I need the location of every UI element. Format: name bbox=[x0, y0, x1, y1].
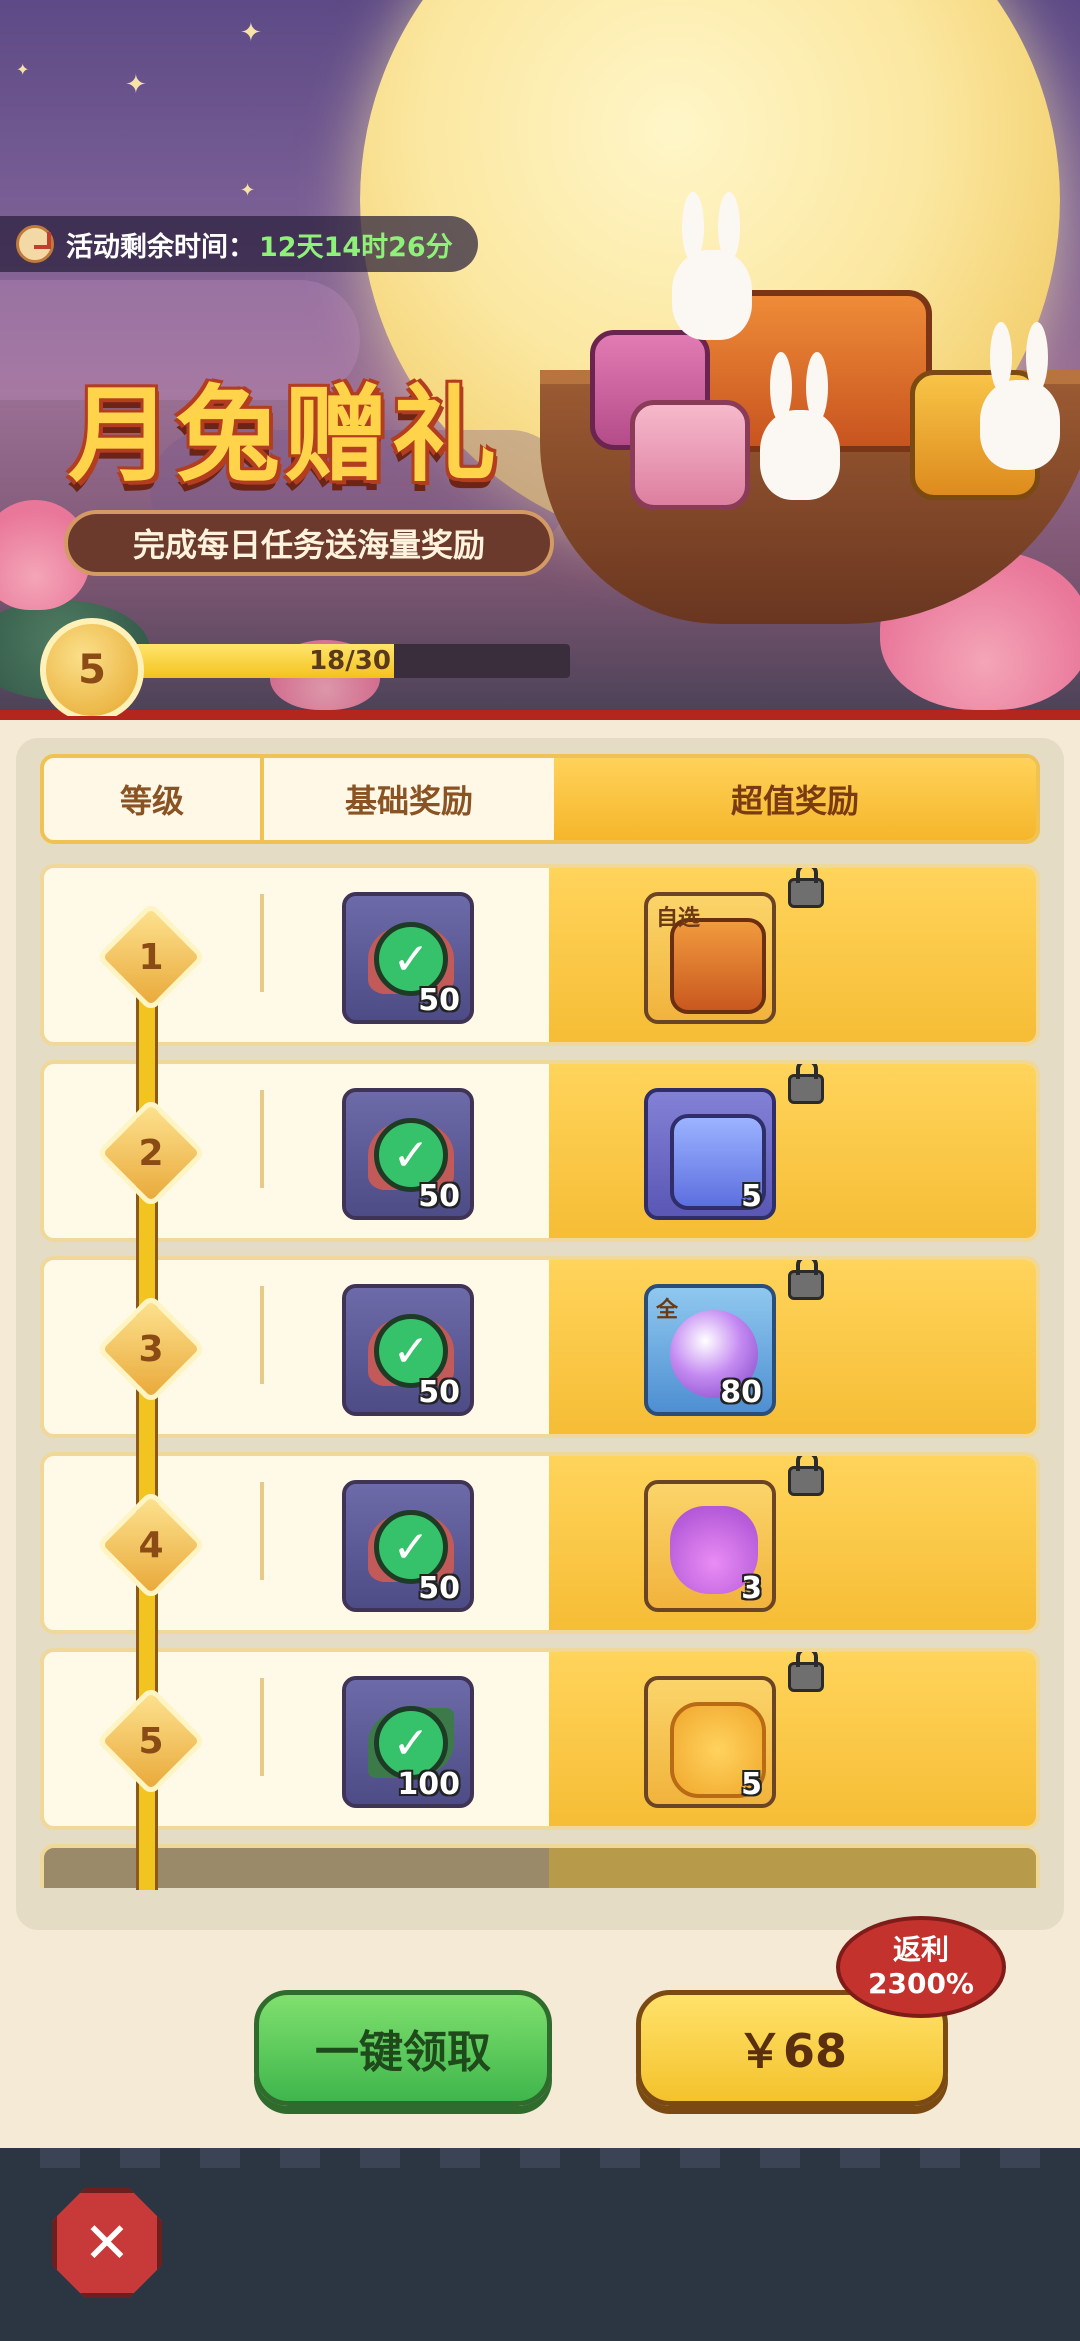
lock-icon bbox=[788, 868, 824, 908]
header-basic-reward: 基础奖励 bbox=[344, 782, 473, 820]
column-separator bbox=[260, 1482, 264, 1580]
basic-reward-qty: 50 bbox=[418, 1375, 460, 1410]
premium-reward-slot[interactable]: 5 bbox=[644, 1676, 776, 1808]
premium-reward-qty: 80 bbox=[720, 1375, 762, 1410]
reward-row: 5 ✓ 100 5 bbox=[40, 1648, 1040, 1830]
reward-row: 3 ✓ 50 全 80 bbox=[40, 1256, 1040, 1438]
reward-table-header: 等级 基础奖励 超值奖励 bbox=[40, 754, 1040, 844]
lock-icon bbox=[788, 1064, 824, 1104]
basic-reward-qty: 50 bbox=[418, 983, 460, 1018]
basic-reward-qty: 100 bbox=[397, 1767, 460, 1802]
premium-reward-qty: 5 bbox=[741, 1767, 762, 1802]
lock-icon bbox=[788, 1260, 824, 1300]
current-level-badge: 5 bbox=[40, 618, 144, 716]
claim-all-button[interactable]: 一键领取 bbox=[254, 1990, 552, 2106]
column-separator bbox=[260, 894, 264, 992]
premium-reward-qty: 3 bbox=[741, 1571, 762, 1606]
rebate-badge: 返利 2300% bbox=[836, 1916, 1006, 2018]
premium-reward-slot[interactable]: 全 80 bbox=[644, 1284, 776, 1416]
lock-icon bbox=[788, 1456, 824, 1496]
header-level: 等级 bbox=[44, 758, 264, 840]
star-icon: ✦ bbox=[240, 18, 262, 48]
timer-label: 活动剩余时间： bbox=[66, 231, 255, 263]
premium-reward-slot[interactable]: 5 bbox=[644, 1088, 776, 1220]
bottom-bar-edge bbox=[0, 2148, 1080, 2168]
level-number: 4 bbox=[138, 1524, 164, 1566]
level-number: 5 bbox=[138, 1720, 164, 1762]
gift-box-illustration bbox=[630, 400, 750, 510]
star-icon: ✦ bbox=[16, 60, 30, 79]
basic-reward-qty: 50 bbox=[418, 1179, 460, 1214]
basic-reward-slot[interactable]: ✓ 50 bbox=[342, 1284, 474, 1416]
column-separator bbox=[260, 1090, 264, 1188]
premium-column bbox=[549, 1848, 1036, 1888]
event-timer: 活动剩余时间： 12天14时26分 bbox=[0, 216, 478, 272]
rebate-value: 2300% bbox=[868, 1967, 974, 2000]
timer-value: 12天14时26分 bbox=[259, 231, 453, 263]
star-icon: ✦ bbox=[125, 70, 147, 100]
progress-text: 18/30 bbox=[309, 646, 391, 676]
event-title: 月兔赠礼 bbox=[68, 374, 501, 496]
close-button[interactable]: ✕ bbox=[52, 2188, 162, 2298]
banner-divider bbox=[0, 710, 1080, 720]
reward-row: 2 ✓ 50 5 bbox=[40, 1060, 1040, 1242]
premium-reward-tag: 全 bbox=[656, 1298, 679, 1323]
event-subtitle: 完成每日任务送海量奖励 bbox=[64, 510, 554, 576]
column-separator bbox=[260, 1678, 264, 1776]
close-icon: ✕ bbox=[83, 2210, 131, 2276]
bottom-bar bbox=[0, 2148, 1080, 2341]
reward-row: 4 ✓ 50 3 bbox=[40, 1452, 1040, 1634]
rabbit-character bbox=[980, 322, 1060, 470]
column-separator bbox=[260, 1286, 264, 1384]
level-number: 3 bbox=[138, 1328, 164, 1370]
treasure-chest-icon bbox=[670, 918, 766, 1014]
rebate-label: 返利 bbox=[892, 1933, 949, 1966]
premium-reward-slot[interactable]: 自选 bbox=[644, 892, 776, 1024]
basic-reward-slot[interactable]: ✓ 50 bbox=[342, 892, 474, 1024]
clock-icon bbox=[16, 225, 54, 263]
premium-reward-qty: 5 bbox=[741, 1179, 762, 1214]
reward-row-partial bbox=[40, 1844, 1040, 1888]
basic-reward-slot[interactable]: ✓ 50 bbox=[342, 1480, 474, 1612]
event-banner: ✦ ✦ ✦ ✦ 活动剩余时间： 12天14时26分 月兔赠礼 完成每日任务送海量… bbox=[0, 0, 1080, 716]
level-number: 2 bbox=[138, 1132, 164, 1174]
star-icon: ✦ bbox=[240, 180, 256, 201]
basic-reward-qty: 50 bbox=[418, 1571, 460, 1606]
rabbit-character bbox=[672, 192, 752, 340]
header-premium-reward: 超值奖励 bbox=[554, 758, 1036, 840]
premium-reward-slot[interactable]: 3 bbox=[644, 1480, 776, 1612]
rabbit-character bbox=[760, 352, 840, 500]
lock-icon bbox=[788, 1652, 824, 1692]
level-progress-bar: 18/30 bbox=[130, 644, 570, 678]
level-number: 1 bbox=[138, 936, 164, 978]
premium-reward-tag: 自选 bbox=[656, 906, 701, 931]
basic-reward-slot[interactable]: ✓ 50 bbox=[342, 1088, 474, 1220]
reward-row: 1 ✓ 50 自选 bbox=[40, 864, 1040, 1046]
basic-reward-slot[interactable]: ✓ 100 bbox=[342, 1676, 474, 1808]
reward-list[interactable]: 1 ✓ 50 自选 2 ✓ 50 5 3 ✓ 50 全 80 4 ✓ 50 3 5 ✓ 100 5 bbox=[40, 864, 1040, 1888]
